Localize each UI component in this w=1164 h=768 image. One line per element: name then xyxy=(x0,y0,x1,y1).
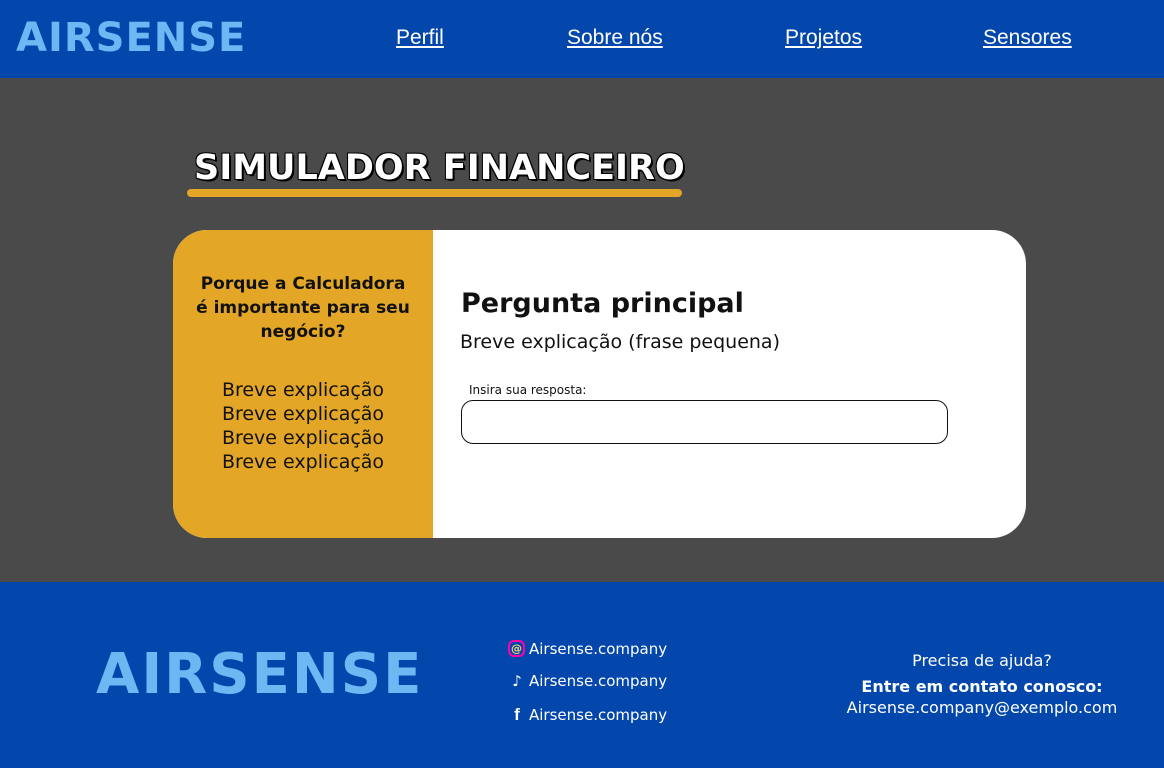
info-item: Breve explicação xyxy=(221,379,385,401)
help-email[interactable]: Airsense.company@exemplo.com xyxy=(840,697,1124,719)
facebook-icon: f xyxy=(514,705,520,724)
social-facebook[interactable]: f Airsense.company xyxy=(508,704,708,726)
info-panel: Porque a Calculadora é importante para s… xyxy=(173,230,433,538)
footer: AIRSENSE @ Airsense.company ♪ Airsense.c… xyxy=(0,582,1164,768)
info-item: Breve explicação xyxy=(221,451,385,473)
social-handle[interactable]: Airsense.company xyxy=(529,671,667,691)
nav-link-projetos[interactable]: Projetos xyxy=(785,26,862,50)
brand-logo[interactable]: AIRSENSE xyxy=(16,16,246,60)
nav-link-perfil[interactable]: Perfil xyxy=(396,26,444,50)
question-subtitle: Breve explicação (frase pequena) xyxy=(460,331,780,353)
info-heading: Porque a Calculadora é importante para s… xyxy=(196,274,410,342)
info-item: Breve explicação xyxy=(221,427,385,449)
nav-link-sensores[interactable]: Sensores xyxy=(983,26,1072,50)
simulator-card: Porque a Calculadora é importante para s… xyxy=(173,230,1026,538)
title-underline xyxy=(187,189,682,197)
social-instagram[interactable]: @ Airsense.company xyxy=(508,638,708,660)
answer-label: Insira sua resposta: xyxy=(469,383,587,397)
social-handle[interactable]: Airsense.company xyxy=(529,705,667,725)
question-title: Pergunta principal xyxy=(461,288,744,319)
info-list: Breve explicação Breve explicação Breve … xyxy=(193,378,413,474)
top-header: AIRSENSE Perfil Sobre nós Projetos Senso… xyxy=(0,0,1164,78)
social-handle[interactable]: Airsense.company xyxy=(529,639,667,659)
info-item: Breve explicação xyxy=(221,403,385,425)
social-tiktok[interactable]: ♪ Airsense.company xyxy=(508,670,708,692)
tiktok-icon: ♪ xyxy=(512,672,522,690)
footer-logo: AIRSENSE xyxy=(96,642,424,707)
help-cta: Entre em contato conosco: xyxy=(861,677,1103,696)
nav-link-sobre-nos[interactable]: Sobre nós xyxy=(567,26,663,50)
answer-input[interactable] xyxy=(461,400,948,444)
help-question: Precisa de ajuda? xyxy=(912,651,1052,670)
page-title: SIMULADOR FINANCEIRO xyxy=(194,148,685,188)
instagram-icon: @ xyxy=(508,640,525,657)
